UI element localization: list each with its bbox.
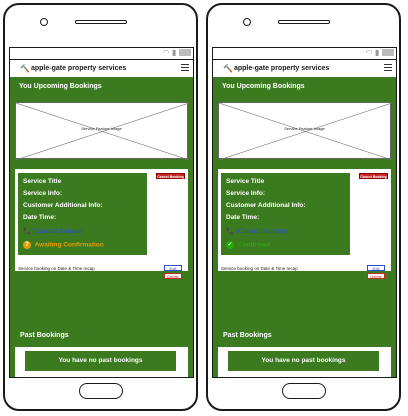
contact-link[interactable]: 📞 (Contact Number) [226, 227, 288, 235]
hammer-icon: 🔨 [20, 64, 30, 73]
phone-icon: 📞 [23, 228, 32, 235]
cancel-booking-button[interactable]: Cancel Booking [156, 173, 185, 179]
contact-number: (Contact Number) [235, 228, 288, 235]
speaker-grille [277, 20, 330, 24]
brand-link[interactable]: apple-gate property services [234, 65, 329, 72]
booking-recap: Service booking on Date & Time recap [221, 266, 298, 271]
image-caption: Service Feature Image [284, 126, 325, 131]
service-title: Service Title [23, 178, 62, 185]
service-title: Service Title [226, 178, 265, 185]
edit-button[interactable]: Edit [164, 265, 182, 271]
wifi-signal-battery-icons: ◠ ▮ [366, 48, 394, 58]
phone-mockup-confirmed: ◠ ▮ 🔨 apple-gate property services You U… [206, 3, 401, 411]
speaker-grille [74, 20, 127, 24]
no-past-bookings: You have no past bookings [228, 351, 379, 371]
phone-mockup-awaiting: ◠ ▮ 🔨 apple-gate property services You U… [3, 3, 198, 411]
phone-icon: 📞 [226, 228, 235, 235]
screen: ◠ ▮ 🔨 apple-gate property services You U… [212, 47, 397, 378]
cancel-booking-button[interactable]: Cancel Booking [359, 173, 388, 179]
customer-info: Customer Additional Info: [23, 202, 103, 209]
booking-details: Service Title Service Info: Customer Add… [18, 173, 147, 255]
upcoming-title: You Upcoming Bookings [19, 83, 102, 90]
contact-number: (Contact Number) [32, 228, 85, 235]
image-caption: Service Feature Image [81, 126, 122, 131]
past-bookings-title: Past Bookings [20, 332, 69, 339]
status-text: Awaiting Confirmation [34, 241, 104, 249]
past-bookings-title: Past Bookings [223, 332, 272, 339]
navbar: 🔨 apple-gate property services [10, 59, 193, 78]
date-time: Date Time: [226, 214, 260, 221]
camera-icon [243, 18, 251, 26]
booking-recap: Service booking on Date & Time recap [18, 266, 95, 271]
status-text: Confirmed [237, 241, 271, 249]
home-button [281, 383, 326, 399]
wifi-signal-battery-icons: ◠ ▮ [163, 48, 191, 58]
check-icon: ✓ [226, 241, 234, 249]
status-bar: ◠ ▮ [213, 48, 396, 59]
screen: ◠ ▮ 🔨 apple-gate property services You U… [9, 47, 194, 378]
main-content: You Upcoming Bookings Service Feature Im… [213, 77, 396, 377]
status-awaiting: ? Awaiting Confirmation [23, 241, 104, 249]
past-bookings-box: You have no past bookings [218, 347, 391, 377]
brand-link[interactable]: apple-gate property services [31, 65, 126, 72]
service-info: Service Info: [226, 190, 266, 197]
hammer-icon: 🔨 [223, 64, 233, 73]
service-image-placeholder: Service Feature Image [15, 102, 189, 160]
date-time: Date Time: [23, 214, 57, 221]
hamburger-menu-icon[interactable] [181, 64, 189, 71]
question-icon: ? [23, 241, 31, 249]
upcoming-title: You Upcoming Bookings [222, 83, 305, 90]
camera-icon [40, 18, 48, 26]
service-info: Service Info: [23, 190, 63, 197]
booking-card: Service Title Service Info: Customer Add… [218, 169, 391, 279]
status-confirmed: ✓ Confirmed [226, 241, 270, 249]
customer-info: Customer Additional Info: [226, 202, 306, 209]
contact-link[interactable]: 📞 (Contact Number) [23, 227, 85, 235]
booking-card: Service Title Service Info: Customer Add… [15, 169, 188, 279]
booking-details: Service Title Service Info: Customer Add… [221, 173, 350, 255]
main-content: You Upcoming Bookings Service Feature Im… [10, 77, 193, 377]
past-bookings-box: You have no past bookings [15, 347, 188, 377]
status-bar: ◠ ▮ [10, 48, 193, 59]
service-image-placeholder: Service Feature Image [218, 102, 392, 160]
home-button [78, 383, 123, 399]
no-past-bookings: You have no past bookings [25, 351, 176, 371]
edit-button[interactable]: Edit [367, 265, 385, 271]
hamburger-menu-icon[interactable] [384, 64, 392, 71]
delete-button[interactable]: Delete [164, 273, 182, 279]
navbar: 🔨 apple-gate property services [213, 59, 396, 78]
delete-button[interactable]: Delete [367, 273, 385, 279]
